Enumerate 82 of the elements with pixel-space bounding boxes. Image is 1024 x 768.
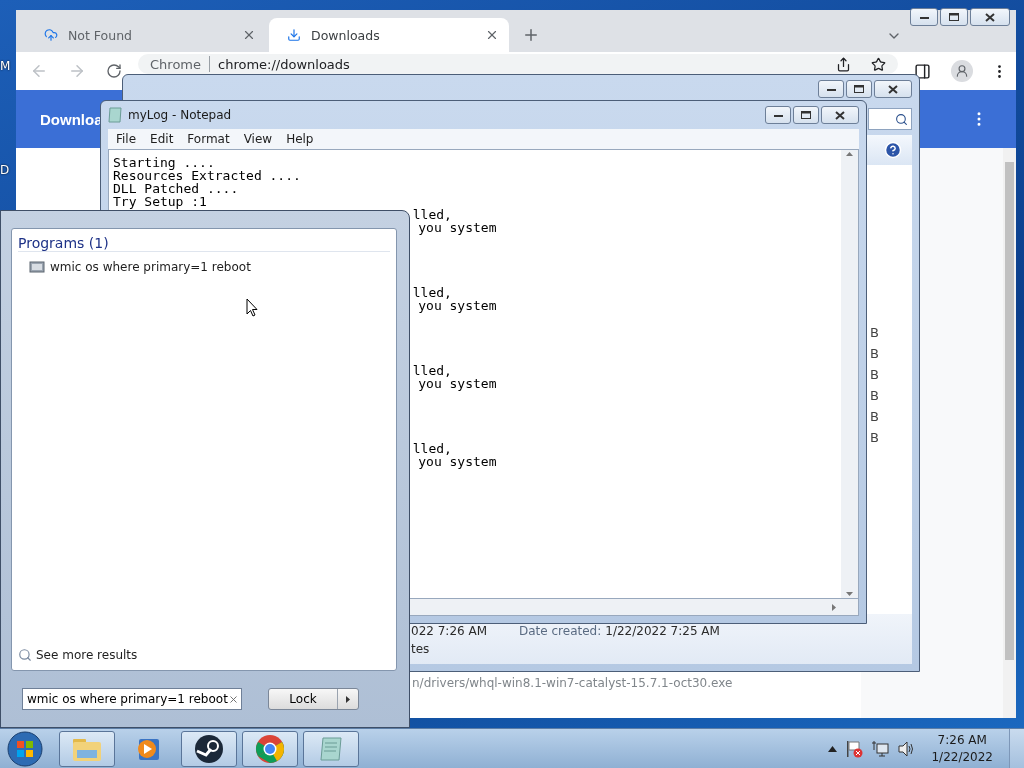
search-field[interactable]: wmic os where primary=1 reboot xyxy=(22,688,242,710)
close-icon xyxy=(835,110,845,120)
date-modified: 022 7:26 AM xyxy=(411,624,489,638)
maximize-button[interactable] xyxy=(793,106,819,124)
close-icon xyxy=(985,12,995,22)
search-result[interactable]: wmic os where primary=1 reboot xyxy=(18,260,390,274)
reload-icon[interactable] xyxy=(106,63,122,79)
browser-tab[interactable]: Not Found xyxy=(26,18,266,52)
size-text: tes xyxy=(411,642,431,656)
site-label: Chrome xyxy=(150,56,201,72)
file-size: B xyxy=(870,346,880,361)
menu-item[interactable]: Help xyxy=(286,132,314,146)
close-icon[interactable] xyxy=(242,28,256,42)
file-size: B xyxy=(870,325,880,340)
browser-tab[interactable]: Downloads xyxy=(269,18,509,52)
search-icon xyxy=(18,648,32,662)
clock-date[interactable]: 1/22/2022 xyxy=(931,748,993,766)
flag-icon[interactable] xyxy=(845,739,864,758)
search-field[interactable] xyxy=(868,108,912,130)
maximize-button[interactable] xyxy=(846,80,872,98)
minimize-button[interactable] xyxy=(910,8,938,26)
page-title: Downloa xyxy=(40,110,103,128)
tab-title: Not Found xyxy=(68,27,134,43)
menu-item[interactable]: File xyxy=(116,132,137,146)
cloud-upload-icon xyxy=(44,28,58,42)
maximize-icon xyxy=(854,85,864,93)
address-bar[interactable]: Chrome chrome://downloads xyxy=(138,54,898,74)
file-size: B xyxy=(870,430,880,445)
start-button[interactable] xyxy=(4,729,46,768)
url-text: chrome://downloads xyxy=(218,56,350,72)
clock-time[interactable]: 7:26 AM xyxy=(937,731,987,749)
file-size: B xyxy=(870,388,880,403)
menu-item[interactable]: Format xyxy=(187,132,230,146)
close-button[interactable] xyxy=(874,80,912,98)
network-icon[interactable] xyxy=(871,739,890,758)
desktop-icon-label: D xyxy=(0,163,10,177)
scroll-right-icon[interactable] xyxy=(832,603,836,611)
scrollbar[interactable] xyxy=(1003,148,1016,718)
menu-item[interactable]: View xyxy=(243,132,273,146)
maximize-icon xyxy=(801,111,811,119)
date-created-label: Date created: xyxy=(519,624,602,638)
show-hidden-icons-icon[interactable] xyxy=(828,745,838,752)
scroll-up-icon[interactable] xyxy=(846,152,853,156)
download-url[interactable]: n/drivers/whql-win8.1-win7-catalyst-15.7.1-oct30.exe xyxy=(412,676,861,690)
minimize-button[interactable] xyxy=(818,80,844,98)
taskbar-button[interactable] xyxy=(181,730,237,767)
close-button[interactable] xyxy=(970,8,1010,26)
date-created: 1/22/2022 7:25 AM xyxy=(605,624,721,638)
desktop-icon-label: M xyxy=(0,59,11,73)
profile-icon[interactable] xyxy=(951,60,973,82)
chrome-icon xyxy=(255,733,285,764)
menu-item[interactable]: Edit xyxy=(150,132,174,146)
notepad-icon xyxy=(317,734,345,763)
share-icon[interactable] xyxy=(836,56,851,72)
close-icon[interactable] xyxy=(485,28,499,42)
vertical-scrollbar[interactable] xyxy=(841,150,858,598)
tab-title: Downloads xyxy=(311,27,381,43)
help-icon[interactable] xyxy=(884,141,902,159)
see-more-link[interactable]: See more results xyxy=(18,648,390,662)
clear-icon[interactable] xyxy=(227,693,239,705)
maximize-icon xyxy=(949,13,959,21)
close-icon xyxy=(888,84,898,94)
volume-icon[interactable] xyxy=(897,739,916,758)
file-size: B xyxy=(870,367,880,382)
maximize-button[interactable] xyxy=(940,8,968,26)
program-icon xyxy=(29,260,45,274)
star-icon[interactable] xyxy=(871,56,886,72)
minimize-icon xyxy=(773,113,783,117)
minimize-button[interactable] xyxy=(765,106,791,124)
download-icon xyxy=(287,28,301,42)
file-size: B xyxy=(870,409,880,424)
minimize-icon xyxy=(919,15,929,19)
new-tab-icon[interactable] xyxy=(522,26,540,44)
close-button[interactable] xyxy=(821,106,859,124)
caret-icon xyxy=(346,695,350,703)
cursor-icon xyxy=(246,298,259,318)
steam-icon xyxy=(194,733,224,764)
window-title: myLog - Notepad xyxy=(128,108,233,122)
section-heading: Programs (1) xyxy=(18,235,109,251)
search-icon xyxy=(895,112,908,126)
side-panel-icon[interactable] xyxy=(914,62,931,80)
scroll-down-icon[interactable] xyxy=(846,592,853,596)
